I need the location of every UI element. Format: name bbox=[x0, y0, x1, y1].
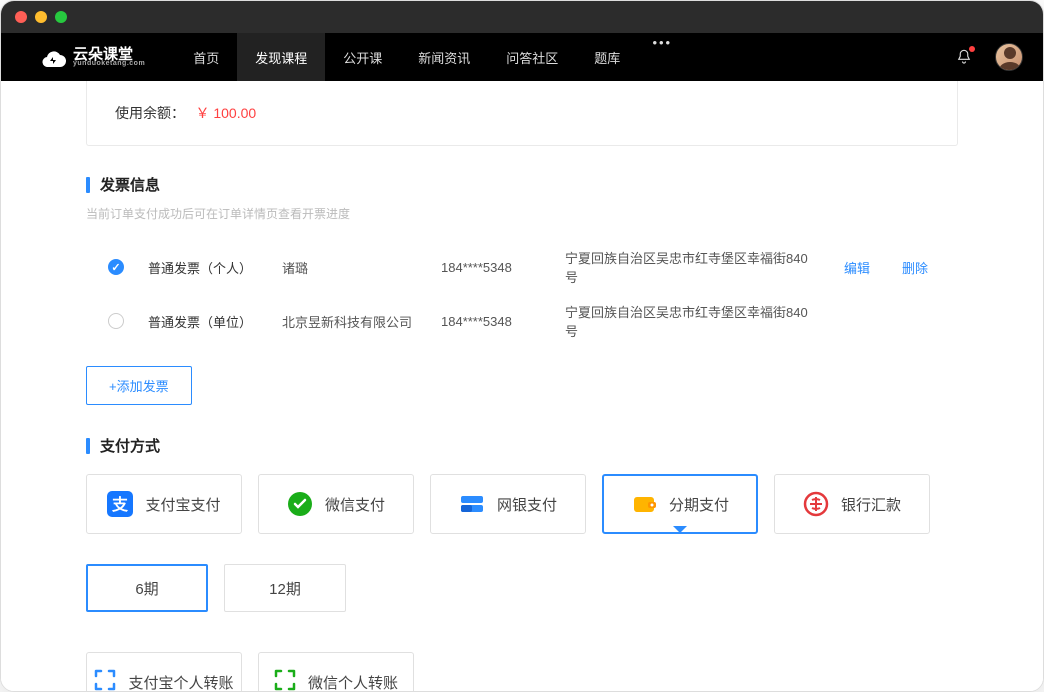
nav-item-discover[interactable]: 发现课程 bbox=[237, 33, 325, 81]
window-minimize-button[interactable] bbox=[35, 11, 47, 23]
window-close-button[interactable] bbox=[15, 11, 27, 23]
pay-method-label: 微信支付 bbox=[325, 494, 385, 515]
pay-method-label: 网银支付 bbox=[497, 494, 557, 515]
nav-item-qa[interactable]: 问答社区 bbox=[488, 33, 576, 81]
invoice-type: 普通发票（个人） bbox=[148, 258, 258, 277]
pay-method-label: 支付宝支付 bbox=[145, 494, 220, 515]
transfer-label: 支付宝个人转账 bbox=[128, 672, 233, 692]
unionpay-icon bbox=[459, 491, 485, 517]
window-maximize-button[interactable] bbox=[55, 11, 67, 23]
transfer-wechat-personal[interactable]: 微信个人转账 bbox=[258, 652, 414, 691]
svg-text:支: 支 bbox=[111, 495, 129, 514]
balance-amount: ￥ 100.00 bbox=[195, 105, 256, 121]
add-invoice-button[interactable]: +添加发票 bbox=[86, 366, 192, 405]
notification-bell-icon[interactable] bbox=[955, 48, 973, 66]
transfer-alipay-personal[interactable]: 支付宝个人转账 bbox=[86, 652, 242, 691]
invoice-section-subtitle: 当前订单支付成功后可在订单详情页查看开票进度 bbox=[86, 205, 958, 222]
window-titlebar bbox=[1, 1, 1043, 33]
top-nav-bar: 云朵课堂 yunduoketang.com 首页 发现课程 公开课 新闻资讯 问… bbox=[1, 33, 1043, 81]
balance-label: 使用余额： bbox=[115, 105, 185, 121]
bank-icon bbox=[803, 491, 829, 517]
balance-panel: 使用余额： ￥ 100.00 bbox=[86, 81, 958, 146]
pay-method-installment[interactable]: 分期支付 bbox=[602, 474, 758, 534]
payment-methods-row: 支 支付宝支付 微信支付 网银支付 分期支付 银行汇款 bbox=[86, 474, 958, 534]
alipay-icon: 支 bbox=[107, 491, 133, 517]
nav-item-news[interactable]: 新闻资讯 bbox=[400, 33, 488, 81]
main-content: 使用余额： ￥ 100.00 发票信息 当前订单支付成功后可在订单详情页查看开票… bbox=[1, 81, 1043, 691]
nav-item-question-bank[interactable]: 题库 bbox=[576, 33, 638, 81]
app-window: 云朵课堂 yunduoketang.com 首页 发现课程 公开课 新闻资讯 问… bbox=[0, 0, 1044, 692]
wallet-icon bbox=[631, 491, 657, 517]
nav-item-home[interactable]: 首页 bbox=[175, 33, 237, 81]
transfer-row: 支付宝个人转账 微信个人转账 bbox=[86, 652, 958, 691]
pay-method-bank[interactable]: 银行汇款 bbox=[774, 474, 930, 534]
invoice-edit-link[interactable]: 编辑 bbox=[844, 258, 870, 277]
brand-sub: yunduoketang.com bbox=[73, 60, 145, 67]
wechat-icon bbox=[287, 491, 313, 517]
user-avatar[interactable] bbox=[995, 43, 1023, 71]
invoice-row-personal[interactable]: 普通发票（个人） 诸璐 184****5348 宁夏回族自治区吴忠市红寺堡区幸福… bbox=[86, 240, 958, 294]
invoice-type: 普通发票（单位） bbox=[148, 312, 258, 331]
invoice-delete-link[interactable]: 删除 bbox=[902, 258, 928, 277]
brand-logo[interactable]: 云朵课堂 yunduoketang.com bbox=[41, 47, 145, 67]
installment-terms-row: 6期 12期 bbox=[86, 564, 958, 612]
transfer-label: 微信个人转账 bbox=[308, 672, 398, 692]
notification-dot bbox=[969, 46, 975, 52]
nav-more-icon[interactable]: ••• bbox=[644, 33, 680, 51]
nav-item-open-course[interactable]: 公开课 bbox=[325, 33, 400, 81]
invoice-name: 北京昱新科技有限公司 bbox=[282, 312, 417, 331]
pay-method-unionpay[interactable]: 网银支付 bbox=[430, 474, 586, 534]
pay-method-label: 银行汇款 bbox=[841, 494, 901, 515]
term-option-6[interactable]: 6期 bbox=[86, 564, 208, 612]
term-option-12[interactable]: 12期 bbox=[224, 564, 346, 612]
invoice-phone: 184****5348 bbox=[441, 260, 541, 275]
pay-method-alipay[interactable]: 支 支付宝支付 bbox=[86, 474, 242, 534]
invoice-address: 宁夏回族自治区吴忠市红寺堡区幸福街840号 bbox=[565, 248, 820, 286]
invoice-phone: 184****5348 bbox=[441, 314, 541, 329]
invoice-radio-personal[interactable] bbox=[108, 259, 124, 275]
invoice-row-company[interactable]: 普通发票（单位） 北京昱新科技有限公司 184****5348 宁夏回族自治区吴… bbox=[86, 294, 958, 348]
pay-method-wechat[interactable]: 微信支付 bbox=[258, 474, 414, 534]
invoice-radio-company[interactable] bbox=[108, 313, 124, 329]
invoice-name: 诸璐 bbox=[282, 258, 417, 277]
nav-menu: 首页 发现课程 公开课 新闻资讯 问答社区 题库 ••• bbox=[175, 33, 680, 81]
cloud-icon bbox=[41, 47, 67, 67]
invoice-section-title: 发票信息 bbox=[86, 174, 958, 195]
payment-section-title: 支付方式 bbox=[86, 435, 958, 456]
invoice-address: 宁夏回族自治区吴忠市红寺堡区幸福街840号 bbox=[565, 302, 820, 340]
pay-method-label: 分期支付 bbox=[669, 494, 729, 515]
scan-green-icon bbox=[274, 669, 296, 691]
scan-blue-icon bbox=[94, 669, 116, 691]
